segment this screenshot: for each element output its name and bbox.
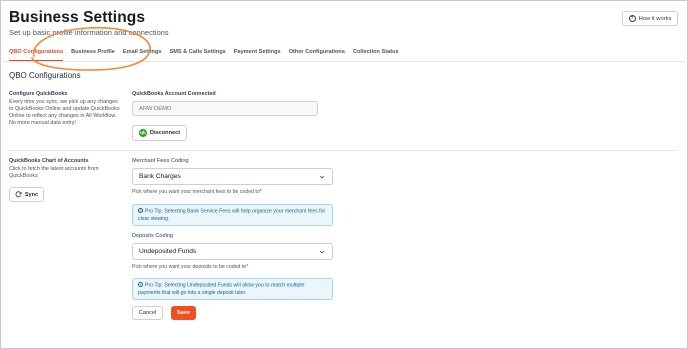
sync-icon — [15, 191, 22, 198]
configure-quickbooks-description: Every time you sync, we pick up any chan… — [9, 99, 120, 126]
merchant-fees-value: Bank Charges — [139, 173, 181, 180]
section-divider — [9, 150, 678, 151]
sync-button[interactable]: Sync — [9, 187, 44, 202]
deposits-coding-tip-text: Pro Tip: Selecting Undeposited Funds wil… — [138, 282, 305, 296]
save-button[interactable]: Save — [171, 306, 196, 320]
annotation-circle — [31, 26, 151, 71]
cancel-button[interactable]: Cancel — [132, 306, 163, 320]
merchant-fees-label: Merchant Fees Coding — [132, 158, 189, 164]
deposits-coding-label: Deposits Coding — [132, 233, 174, 239]
chevron-down-icon — [319, 250, 325, 254]
chevron-down-icon — [319, 175, 325, 179]
chart-of-accounts-title: QuickBooks Chart of Accounts — [9, 158, 89, 164]
account-connected-field: ARW DEMO — [132, 101, 318, 116]
deposits-coding-select[interactable]: Undeposited Funds — [132, 243, 333, 260]
info-icon: i — [138, 208, 143, 213]
merchant-fees-helper: Pick where you want your merchant fees t… — [132, 189, 262, 195]
how-it-works-button[interactable]: ? How it works — [622, 11, 678, 26]
how-it-works-label: How it works — [638, 15, 672, 22]
tab-sms-calls-settings[interactable]: SMS & Calls Settings — [169, 47, 225, 61]
deposits-coding-helper: Pick where you want your deposits to be … — [132, 264, 249, 270]
account-connected-label: QuickBooks Account Connected — [132, 91, 216, 97]
quickbooks-logo-icon: qb — [138, 129, 147, 137]
help-icon: ? — [628, 15, 636, 22]
tab-payment-settings[interactable]: Payment Settings — [234, 47, 281, 61]
section-title: QBO Configurations — [9, 71, 81, 80]
chart-of-accounts-description: Click to fetch the latest accounts from … — [9, 166, 99, 179]
deposits-coding-value: Undeposited Funds — [139, 248, 197, 255]
merchant-fees-tip: i Pro Tip: Selecting Bank Service Fees wi… — [132, 204, 333, 226]
merchant-fees-select[interactable]: Bank Charges — [132, 168, 333, 185]
tab-collection-status[interactable]: Collection Status — [353, 47, 399, 61]
configure-quickbooks-title: Configure QuickBooks — [9, 91, 68, 97]
tab-other-configurations[interactable]: Other Configurations — [289, 47, 345, 61]
disconnect-button[interactable]: qb Disconnect — [132, 125, 187, 141]
sync-label: Sync — [24, 191, 39, 198]
info-icon: i — [138, 282, 143, 287]
deposits-coding-tip: i Pro Tip: Selecting Undeposited Funds wi… — [132, 278, 333, 300]
merchant-fees-tip-text: Pro Tip: Selecting Bank Service Fees wil… — [138, 208, 326, 222]
disconnect-label: Disconnect — [149, 130, 181, 136]
